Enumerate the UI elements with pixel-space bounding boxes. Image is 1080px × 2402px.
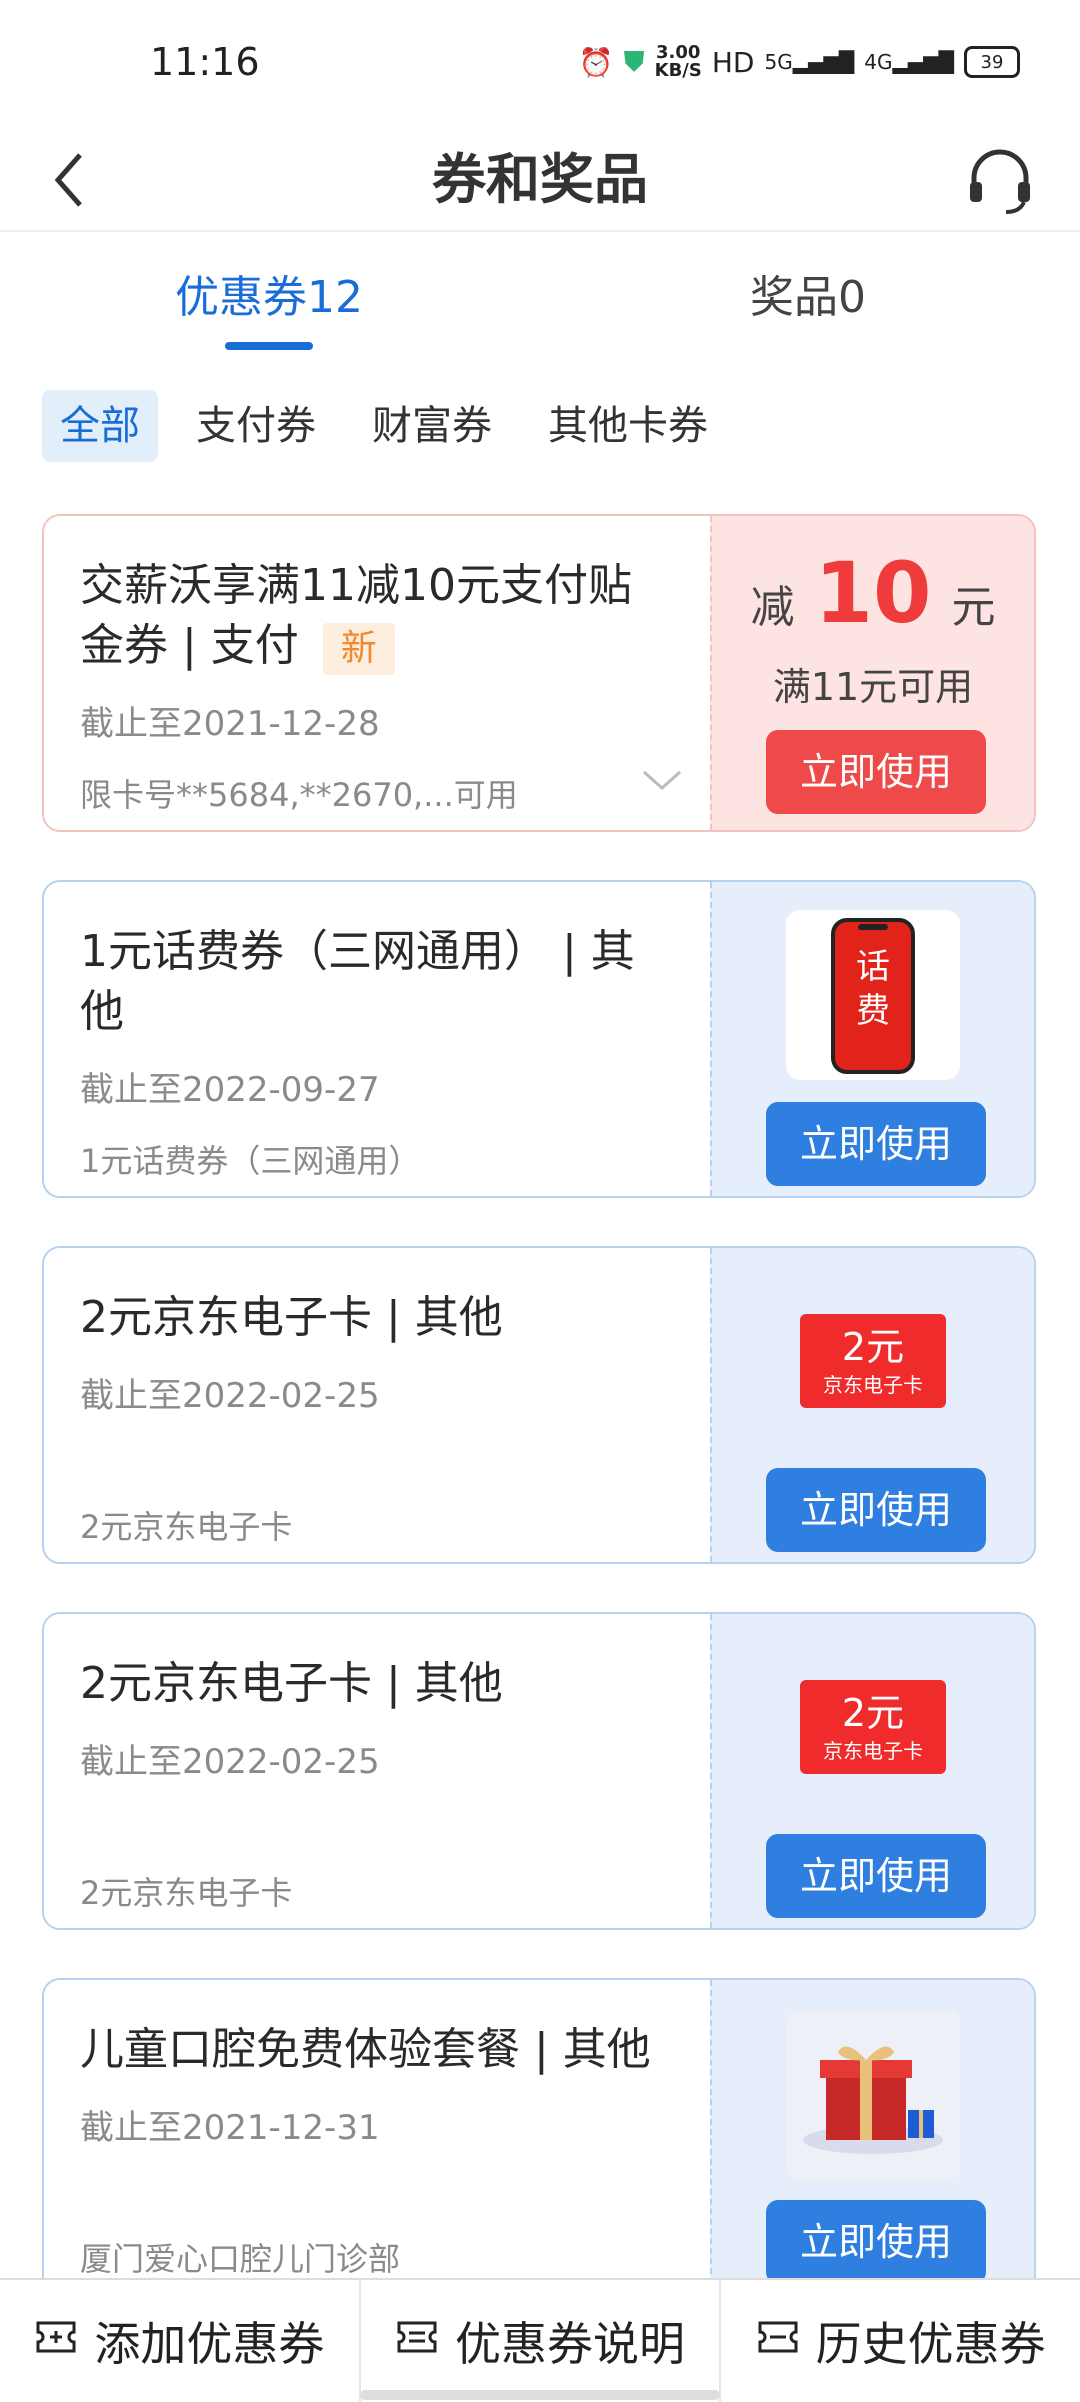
coupon-title: 2元京东电子卡 | 其他	[80, 1658, 503, 1709]
filter-all[interactable]: 全部	[42, 390, 158, 462]
net-speed: 3.00 KB/S	[654, 42, 702, 81]
home-indicator[interactable]	[360, 2390, 720, 2400]
coupon-title: 儿童口腔免费体验套餐 | 其他	[80, 2024, 651, 2075]
coupon-expiry: 截止至2022-09-27	[80, 1070, 380, 1110]
shield-icon: ⛊	[623, 45, 645, 78]
coupon-expiry: 截止至2021-12-31	[80, 2108, 380, 2148]
use-now-button[interactable]: 立即使用	[766, 1102, 986, 1186]
coupon-info-label: 优惠券说明	[455, 2317, 685, 2371]
bottom-action-bar: 添加优惠券 优惠券说明 历史优惠券	[0, 2278, 1080, 2402]
status-time: 11:16	[150, 40, 260, 84]
tab-prizes[interactable]: 奖品0	[750, 266, 866, 330]
coupon-desc: 2元京东电子卡	[80, 1874, 293, 1912]
page-title: 券和奖品	[432, 148, 648, 211]
filter-other[interactable]: 其他卡券	[530, 390, 726, 462]
coupon-desc: 限卡号**5684,**2670,...可用	[80, 776, 518, 814]
header: 券和奖品	[0, 130, 1080, 232]
coupon-desc: 2元京东电子卡	[80, 1508, 293, 1546]
coupon-card[interactable]: 2元京东电子卡 | 其他 截止至2022-02-25 2元京东电子卡 2元 京东…	[42, 1612, 1036, 1930]
filter-payment[interactable]: 支付券	[178, 390, 334, 462]
min-spend: 满11元可用	[772, 665, 974, 709]
add-coupon-button[interactable]: 添加优惠券	[0, 2280, 361, 2402]
history-coupons-label: 历史优惠券	[815, 2317, 1046, 2371]
coupon-value-panel: 2元 京东电子卡 立即使用	[710, 1248, 1034, 1562]
coupon-desc: 厦门爱心口腔儿门诊部	[80, 2240, 401, 2278]
phone-bill-image: 话 费	[786, 910, 960, 1080]
coupon-expiry: 截止至2022-02-25	[80, 1742, 380, 1782]
customer-service-icon[interactable]	[960, 142, 1040, 222]
svg-text:京东电子卡: 京东电子卡	[823, 1373, 923, 1397]
coupon-desc: 1元话费券（三网通用）	[80, 1142, 421, 1180]
filter-wealth[interactable]: 财富券	[354, 390, 510, 462]
coupon-card[interactable]: 交薪沃享满11减10元支付贴 金券 | 支付新 截止至2021-12-28 限卡…	[42, 514, 1036, 832]
jd-card-image: 2元 京东电子卡	[796, 1310, 950, 1412]
use-now-button[interactable]: 立即使用	[766, 2200, 986, 2284]
new-badge: 新	[322, 623, 395, 675]
signal-4g-icon: 4G▂▄▆█	[864, 50, 954, 74]
coupon-value-panel: 话 费 立即使用	[710, 882, 1034, 1196]
chevron-down-icon[interactable]	[640, 766, 684, 794]
coupon-icon	[395, 2314, 439, 2368]
battery-icon: 39	[964, 46, 1020, 78]
status-icons: ⏰ ⛊ 3.00 KB/S HD 5G▂▄▆█ 4G▂▄▆█ 39	[579, 44, 1020, 80]
use-now-button[interactable]: 立即使用	[766, 1834, 986, 1918]
coupon-expiry: 截止至2021-12-28	[80, 704, 380, 744]
svg-text:2元: 2元	[842, 1325, 904, 1369]
coupon-title: 2元京东电子卡 | 其他	[80, 1292, 503, 1343]
use-now-button[interactable]: 立即使用	[766, 730, 986, 814]
tab-active-indicator	[225, 342, 313, 350]
coupon-card[interactable]: 1元话费券（三网通用） | 其他 截止至2022-09-27 1元话费券（三网通…	[42, 880, 1036, 1198]
svg-text:话: 话	[856, 947, 890, 987]
coupon-value-panel: 减 10 元 满11元可用 立即使用	[710, 516, 1034, 830]
svg-text:费: 费	[856, 991, 890, 1031]
status-bar: 11:16 ⏰ ⛊ 3.00 KB/S HD 5G▂▄▆█ 4G▂▄▆█ 39	[0, 0, 1080, 130]
coupon-title: 1元话费券（三网通用） | 其他	[80, 926, 635, 1037]
coupon-card[interactable]: 儿童口腔免费体验套餐 | 其他 截止至2021-12-31 厦门爱心口腔儿门诊部…	[42, 1978, 1036, 2296]
coupon-value-panel: 立即使用	[710, 1980, 1034, 2294]
coupon-card[interactable]: 2元京东电子卡 | 其他 截止至2022-02-25 2元京东电子卡 2元 京东…	[42, 1246, 1036, 1564]
filter-chips: 全部 支付券 财富券 其他卡券	[42, 390, 726, 462]
svg-text:2元: 2元	[842, 1691, 904, 1735]
coupon-info-button[interactable]: 优惠券说明	[361, 2280, 722, 2402]
alarm-icon: ⏰	[578, 45, 614, 79]
signal-5g-icon: 5G▂▄▆█	[764, 50, 855, 74]
gift-box-image	[786, 2010, 960, 2180]
use-now-button[interactable]: 立即使用	[766, 1468, 986, 1552]
coupon-value-panel: 2元 京东电子卡 立即使用	[710, 1614, 1034, 1928]
discount-amount: 减 10 元	[750, 544, 996, 642]
coupon-icon	[756, 2314, 800, 2368]
tab-coupons[interactable]: 优惠券12	[175, 266, 363, 330]
add-coupon-label: 添加优惠券	[94, 2317, 325, 2371]
svg-text:京东电子卡: 京东电子卡	[823, 1739, 923, 1763]
coupon-title: 交薪沃享满11减10元支付贴 金券 | 支付新	[80, 556, 680, 676]
history-coupons-button[interactable]: 历史优惠券	[721, 2280, 1080, 2402]
coupon-expiry: 截止至2022-02-25	[80, 1376, 380, 1416]
jd-card-image: 2元 京东电子卡	[796, 1676, 950, 1778]
coupon-icon	[34, 2314, 78, 2368]
hd-indicator: HD	[711, 45, 755, 79]
